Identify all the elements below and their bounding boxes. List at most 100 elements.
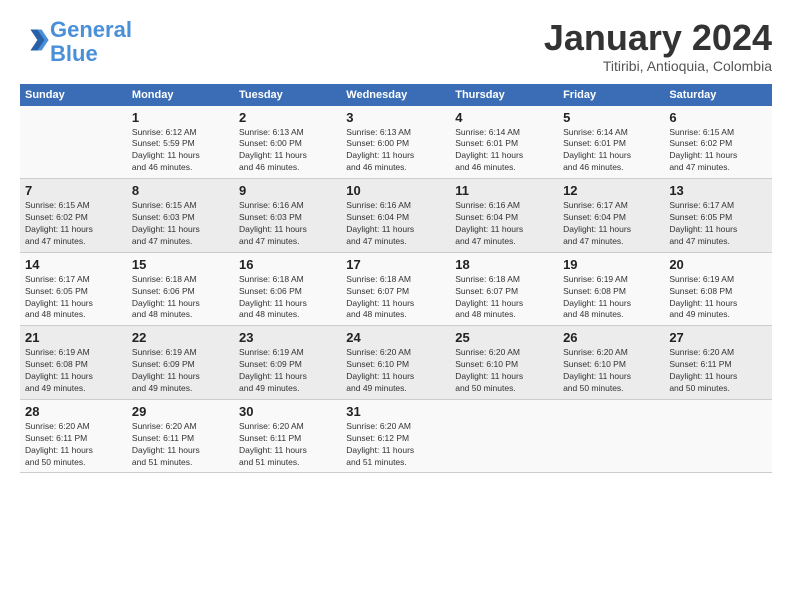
- calendar-cell: 21 Sunrise: 6:19 AMSunset: 6:08 PMDayligh…: [20, 326, 127, 400]
- day-number: 18: [455, 257, 553, 272]
- day-info: Sunrise: 6:15 AMSunset: 6:03 PMDaylight:…: [132, 200, 229, 248]
- day-info: Sunrise: 6:16 AMSunset: 6:04 PMDaylight:…: [346, 200, 445, 248]
- calendar-cell: [450, 399, 558, 473]
- calendar-cell: 29 Sunrise: 6:20 AMSunset: 6:11 PMDayligh…: [127, 399, 234, 473]
- calendar-cell: 17Sunrise: 6:18 AMSunset: 6:07 PMDayligh…: [341, 252, 450, 326]
- calendar-cell: 24 Sunrise: 6:20 AMSunset: 6:10 PMDayligh…: [341, 326, 450, 400]
- day-info: Sunrise: 6:16 AMSunset: 6:04 PMDaylight:…: [455, 200, 553, 248]
- calendar-cell: 3 Sunrise: 6:13 AMSunset: 6:00 PMDaylight…: [341, 106, 450, 179]
- calendar-cell: 25 Sunrise: 6:20 AMSunset: 6:10 PMDayligh…: [450, 326, 558, 400]
- logo-icon: [22, 26, 50, 54]
- col-header-tuesday: Tuesday: [234, 84, 341, 106]
- calendar-cell: 1 Sunrise: 6:12 AMSunset: 5:59 PMDaylight…: [127, 106, 234, 179]
- calendar-cell: 28 Sunrise: 6:20 AMSunset: 6:11 PMDayligh…: [20, 399, 127, 473]
- day-number: 30: [239, 404, 336, 419]
- col-header-thursday: Thursday: [450, 84, 558, 106]
- day-number: 3: [346, 110, 445, 125]
- day-number: 24: [346, 330, 445, 345]
- day-number: 15: [132, 257, 229, 272]
- day-number: 31: [346, 404, 445, 419]
- day-info: Sunrise: 6:20 AMSunset: 6:11 PMDaylight:…: [669, 347, 767, 395]
- day-info: Sunrise: 6:20 AMSunset: 6:10 PMDaylight:…: [346, 347, 445, 395]
- day-info: Sunrise: 6:19 AMSunset: 6:08 PMDaylight:…: [563, 274, 659, 322]
- calendar-cell: 19 Sunrise: 6:19 AMSunset: 6:08 PMDayligh…: [558, 252, 664, 326]
- day-info: Sunrise: 6:13 AMSunset: 6:00 PMDaylight:…: [346, 127, 445, 175]
- calendar-table: SundayMondayTuesdayWednesdayThursdayFrid…: [20, 84, 772, 474]
- calendar-cell: 9 Sunrise: 6:16 AMSunset: 6:03 PMDaylight…: [234, 179, 341, 253]
- day-number: 13: [669, 183, 767, 198]
- day-info: Sunrise: 6:20 AMSunset: 6:10 PMDaylight:…: [455, 347, 553, 395]
- day-number: 28: [25, 404, 122, 419]
- day-number: 11: [455, 183, 553, 198]
- calendar-cell: 27Sunrise: 6:20 AMSunset: 6:11 PMDayligh…: [664, 326, 772, 400]
- day-info: Sunrise: 6:18 AMSunset: 6:06 PMDaylight:…: [239, 274, 336, 322]
- col-header-monday: Monday: [127, 84, 234, 106]
- header: General Blue January 2024 Titiribi, Anti…: [20, 18, 772, 74]
- calendar-cell: 2 Sunrise: 6:13 AMSunset: 6:00 PMDaylight…: [234, 106, 341, 179]
- location-subtitle: Titiribi, Antioquia, Colombia: [544, 58, 772, 74]
- day-info: Sunrise: 6:20 AMSunset: 6:11 PMDaylight:…: [132, 421, 229, 469]
- day-number: 8: [132, 183, 229, 198]
- day-info: Sunrise: 6:19 AMSunset: 6:08 PMDaylight:…: [669, 274, 767, 322]
- day-info: Sunrise: 6:13 AMSunset: 6:00 PMDaylight:…: [239, 127, 336, 175]
- calendar-cell: 22Sunrise: 6:19 AMSunset: 6:09 PMDayligh…: [127, 326, 234, 400]
- month-title: January 2024: [544, 18, 772, 58]
- calendar-week-row: 7Sunrise: 6:15 AMSunset: 6:02 PMDaylight…: [20, 179, 772, 253]
- calendar-cell: 30 Sunrise: 6:20 AMSunset: 6:11 PMDayligh…: [234, 399, 341, 473]
- logo-line2: Blue: [50, 41, 98, 66]
- day-number: 14: [25, 257, 122, 272]
- day-number: 16: [239, 257, 336, 272]
- day-info: Sunrise: 6:15 AMSunset: 6:02 PMDaylight:…: [25, 200, 122, 248]
- page: General Blue January 2024 Titiribi, Anti…: [0, 0, 792, 612]
- day-info: Sunrise: 6:17 AMSunset: 6:05 PMDaylight:…: [25, 274, 122, 322]
- day-number: 1: [132, 110, 229, 125]
- calendar-cell: 5 Sunrise: 6:14 AMSunset: 6:01 PMDaylight…: [558, 106, 664, 179]
- day-number: 10: [346, 183, 445, 198]
- day-number: 20: [669, 257, 767, 272]
- day-number: 2: [239, 110, 336, 125]
- day-info: Sunrise: 6:20 AMSunset: 6:12 PMDaylight:…: [346, 421, 445, 469]
- day-info: Sunrise: 6:14 AMSunset: 6:01 PMDaylight:…: [455, 127, 553, 175]
- day-info: Sunrise: 6:19 AMSunset: 6:08 PMDaylight:…: [25, 347, 122, 395]
- calendar-cell: 7Sunrise: 6:15 AMSunset: 6:02 PMDaylight…: [20, 179, 127, 253]
- calendar-cell: 31 Sunrise: 6:20 AMSunset: 6:12 PMDayligh…: [341, 399, 450, 473]
- logo-text: General Blue: [50, 18, 132, 66]
- day-number: 29: [132, 404, 229, 419]
- calendar-cell: 6Sunrise: 6:15 AMSunset: 6:02 PMDaylight…: [664, 106, 772, 179]
- calendar-cell: 18 Sunrise: 6:18 AMSunset: 6:07 PMDayligh…: [450, 252, 558, 326]
- day-info: Sunrise: 6:20 AMSunset: 6:10 PMDaylight:…: [563, 347, 659, 395]
- day-info: Sunrise: 6:16 AMSunset: 6:03 PMDaylight:…: [239, 200, 336, 248]
- day-number: 19: [563, 257, 659, 272]
- day-info: Sunrise: 6:20 AMSunset: 6:11 PMDaylight:…: [239, 421, 336, 469]
- calendar-week-row: 14 Sunrise: 6:17 AMSunset: 6:05 PMDayligh…: [20, 252, 772, 326]
- day-info: Sunrise: 6:19 AMSunset: 6:09 PMDaylight:…: [239, 347, 336, 395]
- day-number: 26: [563, 330, 659, 345]
- day-info: Sunrise: 6:20 AMSunset: 6:11 PMDaylight:…: [25, 421, 122, 469]
- day-number: 9: [239, 183, 336, 198]
- calendar-cell: 14 Sunrise: 6:17 AMSunset: 6:05 PMDayligh…: [20, 252, 127, 326]
- calendar-week-row: 1 Sunrise: 6:12 AMSunset: 5:59 PMDaylight…: [20, 106, 772, 179]
- day-info: Sunrise: 6:15 AMSunset: 6:02 PMDaylight:…: [669, 127, 767, 175]
- calendar-cell: 10 Sunrise: 6:16 AMSunset: 6:04 PMDayligh…: [341, 179, 450, 253]
- day-info: Sunrise: 6:17 AMSunset: 6:05 PMDaylight:…: [669, 200, 767, 248]
- calendar-week-row: 28 Sunrise: 6:20 AMSunset: 6:11 PMDayligh…: [20, 399, 772, 473]
- day-info: Sunrise: 6:12 AMSunset: 5:59 PMDaylight:…: [132, 127, 229, 175]
- calendar-header-row: SundayMondayTuesdayWednesdayThursdayFrid…: [20, 84, 772, 106]
- calendar-cell: 12Sunrise: 6:17 AMSunset: 6:04 PMDayligh…: [558, 179, 664, 253]
- day-number: 25: [455, 330, 553, 345]
- col-header-wednesday: Wednesday: [341, 84, 450, 106]
- calendar-cell: 13 Sunrise: 6:17 AMSunset: 6:05 PMDayligh…: [664, 179, 772, 253]
- col-header-sunday: Sunday: [20, 84, 127, 106]
- title-block: January 2024 Titiribi, Antioquia, Colomb…: [544, 18, 772, 74]
- calendar-cell: 16 Sunrise: 6:18 AMSunset: 6:06 PMDayligh…: [234, 252, 341, 326]
- calendar-cell: 4Sunrise: 6:14 AMSunset: 6:01 PMDaylight…: [450, 106, 558, 179]
- day-info: Sunrise: 6:18 AMSunset: 6:07 PMDaylight:…: [455, 274, 553, 322]
- calendar-cell: 11 Sunrise: 6:16 AMSunset: 6:04 PMDayligh…: [450, 179, 558, 253]
- day-number: 17: [346, 257, 445, 272]
- day-info: Sunrise: 6:17 AMSunset: 6:04 PMDaylight:…: [563, 200, 659, 248]
- day-number: 23: [239, 330, 336, 345]
- day-info: Sunrise: 6:14 AMSunset: 6:01 PMDaylight:…: [563, 127, 659, 175]
- logo: General Blue: [20, 18, 132, 66]
- day-number: 5: [563, 110, 659, 125]
- day-number: 21: [25, 330, 122, 345]
